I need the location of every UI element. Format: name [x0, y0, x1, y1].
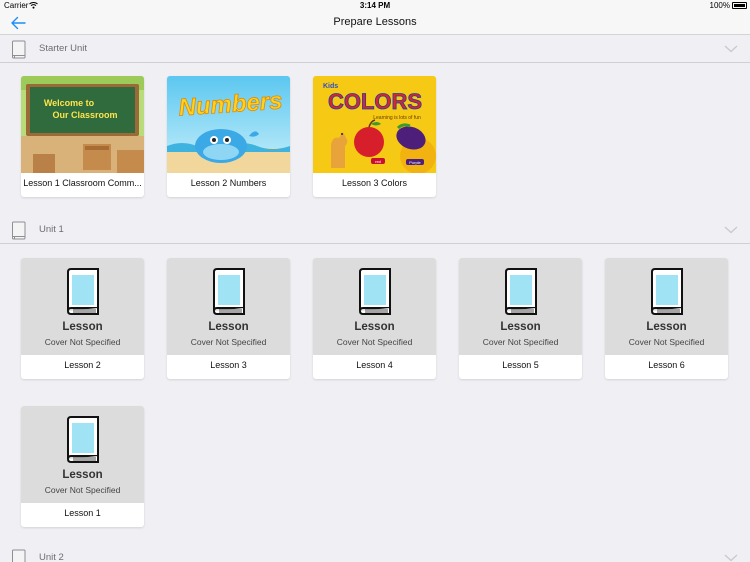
lesson-cover-image: Welcome to Our Classroom: [21, 76, 144, 173]
svg-text:Welcome to: Welcome to: [44, 98, 95, 108]
section-header-starter-unit[interactable]: Starter Unit: [0, 36, 750, 63]
lesson-card-3-colors[interactable]: Kids COLORS Learning is lots of fun red …: [313, 76, 436, 197]
lesson-title: Lesson 4: [356, 360, 393, 370]
lesson-cover-placeholder: Lesson Cover Not Specified: [21, 406, 144, 503]
cover-tagline-text: Learning is lots of fun: [373, 115, 421, 121]
lesson-title: Lesson 5: [502, 360, 539, 370]
section-header-unit-2[interactable]: Unit 2: [0, 545, 750, 562]
cover-purple-label: Purple: [409, 160, 421, 165]
navigation-bar: Prepare Lessons: [0, 12, 750, 35]
placeholder-subtitle: Cover Not Specified: [628, 337, 705, 347]
lesson-card-unit1-lesson-4[interactable]: Lesson Cover Not Specified Lesson 4: [313, 258, 436, 379]
lesson-card-unit1-lesson-1[interactable]: Lesson Cover Not Specified Lesson 1: [21, 406, 144, 527]
unit-book-icon: [12, 549, 26, 562]
book-icon: [359, 268, 391, 315]
lesson-title: Lesson 6: [648, 360, 685, 370]
lesson-cover-placeholder: Lesson Cover Not Specified: [167, 258, 290, 355]
placeholder-subtitle: Cover Not Specified: [190, 337, 267, 347]
unit-book-icon: [12, 40, 26, 59]
lessons-list[interactable]: Starter Unit Welcome to Our Classroom Le…: [0, 36, 750, 562]
book-icon: [213, 268, 245, 315]
placeholder-title: Lesson: [646, 321, 687, 333]
chevron-down-icon[interactable]: [724, 226, 738, 234]
section-label: Unit 1: [39, 224, 64, 235]
placeholder-subtitle: Cover Not Specified: [44, 485, 121, 495]
battery-icon: [732, 2, 747, 9]
cover-colors-text: COLORS: [328, 89, 422, 114]
svg-text:Our Classroom: Our Classroom: [52, 110, 117, 120]
placeholder-subtitle: Cover Not Specified: [482, 337, 559, 347]
lesson-cover-placeholder: Lesson Cover Not Specified: [313, 258, 436, 355]
placeholder-title: Lesson: [62, 469, 103, 481]
lesson-card-2-numbers[interactable]: Numbers Lesson 2 Numbers: [167, 76, 290, 197]
battery-percent: 100%: [709, 1, 730, 10]
lesson-card-unit1-lesson-5[interactable]: Lesson Cover Not Specified Lesson 5: [459, 258, 582, 379]
section-label: Unit 2: [39, 552, 64, 562]
page-title: Prepare Lessons: [333, 16, 417, 28]
section-header-unit-1[interactable]: Unit 1: [0, 217, 750, 244]
lesson-title: Lesson 3 Colors: [341, 178, 408, 188]
status-bar: Carrier 3:14 PM 100%: [0, 0, 750, 12]
cover-red-label: red: [375, 159, 381, 164]
lesson-title: Lesson 3: [210, 360, 247, 370]
placeholder-title: Lesson: [62, 321, 103, 333]
chevron-down-icon[interactable]: [724, 554, 738, 562]
book-icon: [67, 416, 99, 463]
lesson-title: Lesson 2: [64, 360, 101, 370]
placeholder-subtitle: Cover Not Specified: [336, 337, 413, 347]
lesson-cover-image: Numbers: [167, 76, 290, 173]
placeholder-title: Lesson: [354, 321, 395, 333]
placeholder-title: Lesson: [208, 321, 249, 333]
unit-book-icon: [12, 221, 26, 240]
lesson-card-unit1-lesson-3[interactable]: Lesson Cover Not Specified Lesson 3: [167, 258, 290, 379]
lesson-card-unit1-lesson-2[interactable]: Lesson Cover Not Specified Lesson 2: [21, 258, 144, 379]
lesson-title: Lesson 2 Numbers: [190, 178, 267, 188]
lesson-title: Lesson 1: [64, 508, 101, 518]
placeholder-subtitle: Cover Not Specified: [44, 337, 121, 347]
lesson-cover-placeholder: Lesson Cover Not Specified: [605, 258, 728, 355]
lesson-cover-image: Kids COLORS Learning is lots of fun red …: [313, 76, 436, 173]
lesson-card-unit1-lesson-6[interactable]: Lesson Cover Not Specified Lesson 6: [605, 258, 728, 379]
status-time: 3:14 PM: [359, 1, 391, 10]
book-icon: [505, 268, 537, 315]
placeholder-title: Lesson: [500, 321, 541, 333]
lesson-cover-placeholder: Lesson Cover Not Specified: [459, 258, 582, 355]
lesson-cover-placeholder: Lesson Cover Not Specified: [21, 258, 144, 355]
lesson-card-1-classroom[interactable]: Welcome to Our Classroom Lesson 1 Classr…: [21, 76, 144, 197]
chevron-down-icon[interactable]: [724, 45, 738, 53]
book-icon: [651, 268, 683, 315]
book-icon: [67, 268, 99, 315]
section-label: Starter Unit: [39, 43, 88, 54]
lesson-title: Lesson 1 Classroom Comm...: [23, 178, 142, 188]
